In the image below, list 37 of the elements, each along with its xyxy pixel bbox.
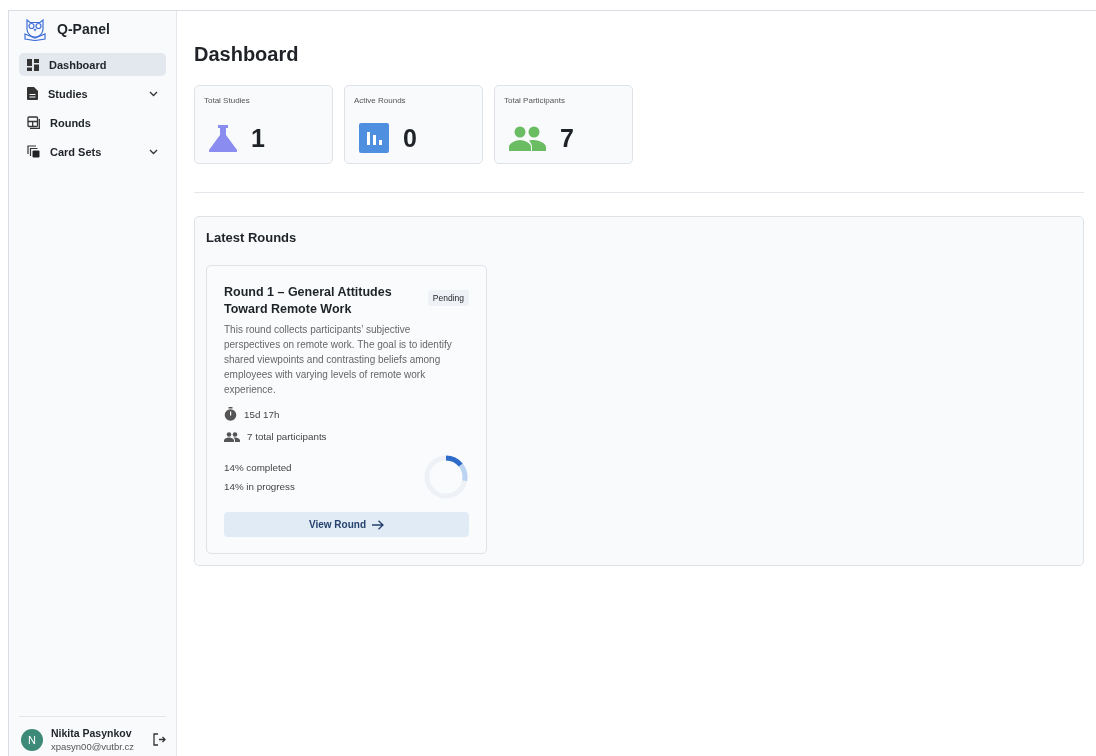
copy-icon xyxy=(27,145,40,158)
nav-item[interactable]: Dashboard xyxy=(19,53,166,76)
user-email: xpasyn00@vutbr.cz xyxy=(51,741,136,752)
view-round-button[interactable]: View Round xyxy=(224,512,469,537)
owl-logo-icon xyxy=(23,17,47,41)
nav-item[interactable]: Studies xyxy=(19,82,166,105)
stat-value: 1 xyxy=(251,124,265,153)
user-name: Nikita Pasynkov xyxy=(51,727,133,739)
people-icon xyxy=(509,126,546,151)
app-name: Q-Panel xyxy=(57,21,110,37)
stat-value: 7 xyxy=(560,124,574,153)
dashboard-icon xyxy=(27,58,39,71)
progress-ring xyxy=(423,454,469,500)
bar-chart-icon xyxy=(359,123,389,153)
flask-icon xyxy=(209,125,237,152)
arrow-right-icon xyxy=(372,519,384,530)
stat-value: 0 xyxy=(403,123,417,153)
people-icon xyxy=(224,431,240,442)
stat-label: Active Rounds xyxy=(354,96,407,105)
stopwatch-icon xyxy=(224,407,237,421)
completed-percent: 14% completed xyxy=(224,462,293,473)
stat-label: Total Studies xyxy=(204,96,251,105)
time-left: 15d 17h xyxy=(244,408,280,420)
document-icon xyxy=(27,87,38,100)
page-title: Dashboard xyxy=(194,43,300,66)
logout-icon[interactable] xyxy=(153,733,166,746)
in-progress-percent: 14% in progress xyxy=(224,481,295,492)
user-avatar: N xyxy=(21,728,43,751)
panel-title: Latest Rounds xyxy=(206,230,298,245)
nav-item[interactable]: Rounds xyxy=(19,111,166,134)
status-badge: Pending xyxy=(427,290,469,306)
round-description: This round collects participants’ subjective perspectives on remote work. The goal is to identify shared viewpoints and contrasting beliefs among employees with varying levels of remote work experience. xyxy=(224,323,453,397)
participants-count: 7 total participants xyxy=(247,431,327,442)
stat-label: Total Participants xyxy=(504,96,566,105)
nav-item[interactable]: Card Sets xyxy=(19,140,166,163)
layout-icon xyxy=(27,116,40,129)
round-title: Round 1 – General Attitudes Toward Remote Work xyxy=(224,284,393,318)
